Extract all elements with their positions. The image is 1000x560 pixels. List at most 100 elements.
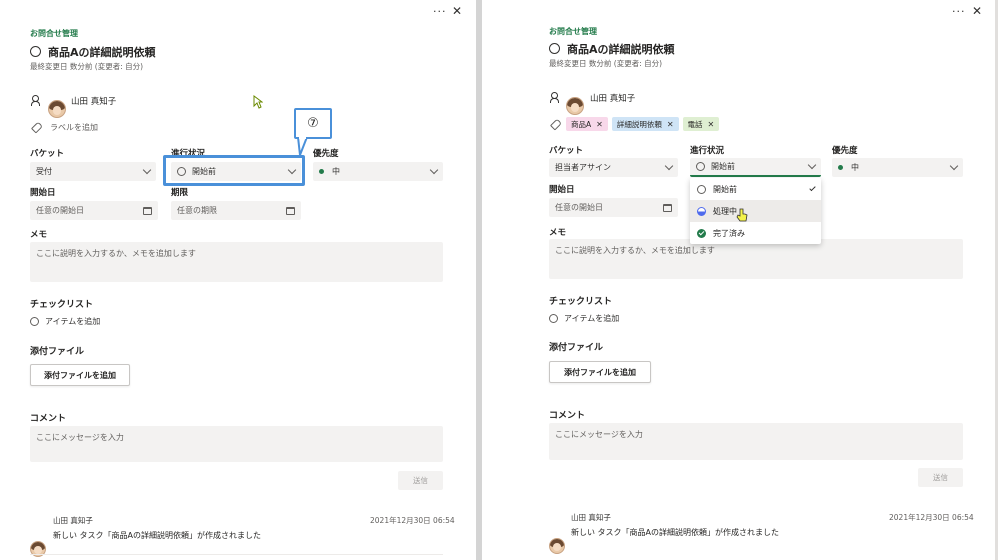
attachments-label: 添付ファイル	[549, 343, 604, 353]
modified-info: 最終変更日 数分前 (変更者: 自分)	[30, 62, 144, 71]
label-chip-text: 電話	[687, 119, 703, 129]
priority-value: 中	[332, 167, 340, 176]
comment-input[interactable]: ここにメッセージを入力	[549, 423, 963, 460]
priority-select[interactable]: 中	[313, 162, 443, 181]
comment-avatar	[549, 538, 565, 554]
label-chip[interactable]: 電話 ✕	[682, 117, 720, 131]
label-chip[interactable]: 商品A ✕	[566, 117, 608, 131]
remove-label-icon[interactable]: ✕	[596, 120, 603, 129]
chevron-down-icon	[429, 165, 439, 175]
divider	[30, 554, 443, 555]
bucket-select[interactable]: 受付	[30, 162, 156, 181]
progress-dropdown: 開始前 処理中 完了済み	[690, 178, 821, 244]
comment-placeholder: ここにメッセージを入力	[555, 430, 643, 439]
comment-text: 新しい タスク「商品Aの詳細説明依頼」が作成されました	[53, 531, 262, 540]
avatar[interactable]	[48, 100, 66, 118]
start-date-input[interactable]: 任意の開始日	[549, 198, 678, 217]
assign-person-icon[interactable]	[550, 92, 560, 103]
more-options-icon[interactable]: ···	[433, 5, 447, 18]
plan-name: お問合せ管理	[549, 27, 597, 36]
priority-dot-icon	[838, 165, 843, 170]
complete-task-circle-icon[interactable]	[30, 46, 41, 57]
comments-label: コメント	[30, 414, 67, 424]
bucket-select[interactable]: 担当者アサイン	[549, 158, 678, 177]
add-checklist-item[interactable]: アイテムを追加	[30, 316, 100, 327]
comment-input[interactable]: ここにメッセージを入力	[30, 426, 443, 462]
label-chip-text: 詳細説明依頼	[616, 119, 662, 129]
priority-label: 優先度	[313, 149, 339, 159]
more-options-icon[interactable]: ···	[952, 5, 966, 18]
assignee-name: 山田 真知子	[71, 97, 117, 107]
start-date-input[interactable]: 任意の開始日	[30, 201, 158, 220]
scrollbar[interactable]	[995, 0, 998, 560]
add-attachment-button[interactable]: 添付ファイルを追加	[30, 364, 130, 386]
chevron-down-icon	[949, 161, 959, 171]
label-chips: 商品A ✕ 詳細説明依頼 ✕ 電話 ✕	[566, 117, 720, 131]
start-date-label: 開始日	[30, 188, 56, 198]
label-chip[interactable]: 詳細説明依頼 ✕	[611, 117, 679, 131]
complete-task-circle-icon[interactable]	[549, 43, 560, 54]
priority-value: 中	[851, 163, 859, 172]
send-button[interactable]: 送信	[398, 471, 443, 490]
plan-name: お問合せ管理	[30, 29, 78, 38]
priority-select[interactable]: 中	[832, 158, 963, 177]
add-item-text: アイテムを追加	[45, 317, 101, 326]
circle-icon	[30, 317, 39, 326]
task-title[interactable]: 商品Aの詳細説明依頼	[48, 44, 156, 60]
tag-icon	[549, 118, 563, 131]
start-date-placeholder: 任意の開始日	[555, 203, 603, 212]
label-chip-text: 商品A	[571, 119, 592, 129]
assignee-name: 山田 真知子	[590, 94, 636, 104]
chevron-down-icon	[664, 161, 674, 171]
not-started-icon	[696, 162, 705, 171]
option-label: 完了済み	[713, 228, 745, 238]
due-date-placeholder: 任意の期限	[177, 206, 217, 215]
option-completed[interactable]: 完了済み	[690, 222, 821, 244]
hand-cursor-icon	[736, 208, 748, 222]
progress-select[interactable]: 開始前	[690, 158, 821, 177]
priority-dot-icon	[319, 169, 324, 174]
add-label-button[interactable]: ラベルを追加	[50, 122, 98, 133]
add-item-text: アイテムを追加	[564, 314, 620, 323]
memo-input[interactable]: ここに説明を入力するか、メモを追加します	[30, 242, 443, 282]
memo-placeholder: ここに説明を入力するか、メモを追加します	[36, 249, 196, 258]
due-date-label: 期限	[171, 188, 189, 198]
remove-label-icon[interactable]: ✕	[667, 120, 674, 129]
chevron-down-icon	[142, 165, 152, 175]
assign-person-icon[interactable]	[31, 95, 41, 106]
mouse-cursor-icon	[253, 95, 263, 109]
send-button[interactable]: 送信	[918, 468, 963, 487]
due-date-input[interactable]: 任意の期限	[171, 201, 301, 220]
circle-icon	[549, 314, 558, 323]
bucket-label: バケット	[30, 149, 65, 159]
comment-text: 新しい タスク「商品Aの詳細説明依頼」が作成されました	[571, 528, 780, 537]
step-callout: ⑦	[294, 108, 332, 139]
add-checklist-item[interactable]: アイテムを追加	[549, 313, 619, 324]
calendar-icon[interactable]	[663, 203, 672, 212]
option-not-started[interactable]: 開始前	[690, 178, 821, 200]
calendar-icon[interactable]	[143, 206, 152, 215]
calendar-icon[interactable]	[286, 206, 295, 215]
progress-label: 進行状況	[690, 146, 725, 156]
add-attachment-button[interactable]: 添付ファイルを追加	[549, 361, 651, 383]
close-icon[interactable]: ✕	[972, 4, 982, 18]
callout-pointer	[296, 137, 309, 156]
task-title[interactable]: 商品Aの詳細説明依頼	[567, 41, 675, 57]
avatar[interactable]	[566, 97, 584, 115]
bucket-label: バケット	[549, 146, 584, 156]
memo-input[interactable]: ここに説明を入力するか、メモを追加します	[549, 239, 963, 279]
comment-author: 山田 真知子	[571, 513, 611, 522]
close-icon[interactable]: ✕	[452, 4, 462, 18]
comment-author: 山田 真知子	[53, 516, 93, 525]
option-in-progress[interactable]: 処理中	[690, 200, 821, 222]
tag-icon	[30, 121, 44, 134]
option-label: 開始前	[713, 184, 737, 194]
start-date-placeholder: 任意の開始日	[36, 206, 84, 215]
in-progress-icon	[697, 206, 706, 216]
remove-label-icon[interactable]: ✕	[708, 120, 715, 129]
attachments-label: 添付ファイル	[30, 347, 85, 357]
task-panel-left: ··· ✕ お問合せ管理 商品Aの詳細説明依頼 最終変更日 数分前 (変更者: …	[0, 0, 476, 560]
comment-placeholder: ここにメッセージを入力	[36, 433, 124, 442]
checklist-label: チェックリスト	[30, 300, 94, 310]
completed-icon	[697, 228, 706, 238]
